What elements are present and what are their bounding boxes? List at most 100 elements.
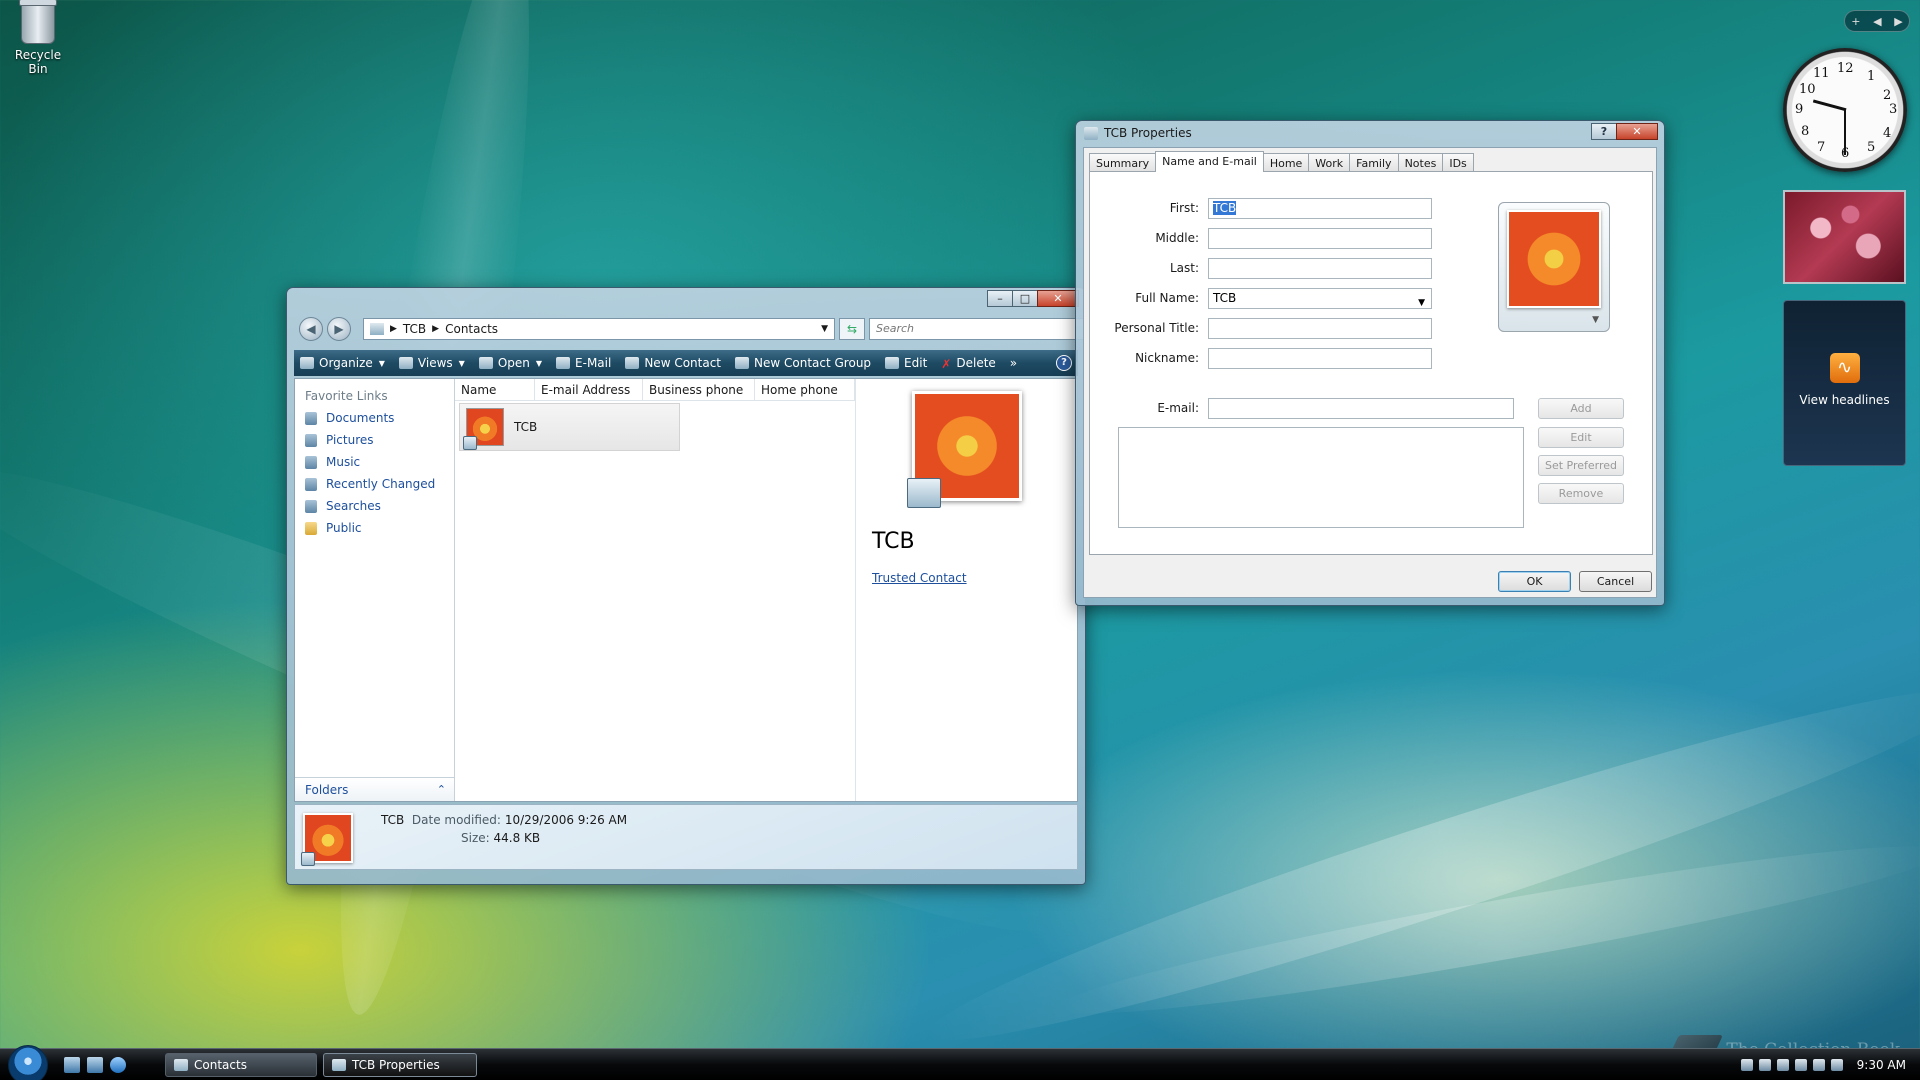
tab-work[interactable]: Work <box>1308 153 1351 171</box>
search-input[interactable]: Search ⚲ <box>869 318 1103 340</box>
organize-button[interactable]: Organize ▼ <box>300 356 385 370</box>
open-icon <box>478 357 493 369</box>
details-name: TCB <box>381 813 405 827</box>
nav-link-music[interactable]: Music <box>295 451 454 473</box>
cancel-button[interactable]: Cancel <box>1579 571 1652 592</box>
remove-email-button[interactable]: Remove <box>1538 483 1624 504</box>
tab-name-and-email[interactable]: Name and E-mail <box>1155 151 1264 172</box>
tab-notes[interactable]: Notes <box>1397 153 1444 171</box>
full-name-combobox[interactable]: TCB ▼ <box>1208 287 1432 309</box>
new-contact-button[interactable]: New Contact <box>625 356 721 370</box>
email-address-list[interactable] <box>1118 427 1524 528</box>
contacts-folder-icon <box>174 1059 188 1071</box>
help-button[interactable]: ? <box>1056 355 1072 371</box>
tab-summary[interactable]: Summary <box>1089 153 1157 171</box>
contact-card-icon <box>332 1059 346 1071</box>
minimize-button[interactable]: – <box>987 290 1013 307</box>
network-icon[interactable] <box>1758 1059 1771 1071</box>
breadcrumb-current[interactable]: Contacts <box>445 322 498 336</box>
chevron-down-icon[interactable]: ▼ <box>1418 294 1425 313</box>
nav-link-label: Pictures <box>326 433 374 447</box>
details-text: TCB Date modified: 10/29/2006 9:26 AM Si… <box>381 813 627 845</box>
nav-link-searches[interactable]: Searches <box>295 495 454 517</box>
system-clock[interactable]: 9:30 AM <box>1857 1058 1906 1072</box>
chevron-down-icon: ▼ <box>1592 315 1599 325</box>
switch-windows-icon[interactable] <box>87 1057 103 1073</box>
contact-picture-button[interactable]: ▼ <box>1498 202 1610 332</box>
feed-headlines-gadget[interactable]: ∿ View headlines <box>1783 300 1906 466</box>
tab-family[interactable]: Family <box>1349 153 1399 171</box>
column-header-name[interactable]: Name <box>455 379 535 400</box>
nav-link-recently-changed[interactable]: Recently Changed <box>295 473 454 495</box>
personal-title-field[interactable] <box>1208 317 1432 339</box>
internet-explorer-icon[interactable] <box>110 1057 126 1073</box>
trusted-contact-link[interactable]: Trusted Contact <box>872 571 967 585</box>
update-icon[interactable] <box>1776 1059 1789 1071</box>
middle-name-field[interactable] <box>1208 227 1432 249</box>
recycle-bin-desktop-icon[interactable]: Recycle Bin <box>6 0 70 76</box>
views-button[interactable]: Views ▼ <box>398 356 465 370</box>
breadcrumb-separator-icon: ▶ <box>432 324 440 334</box>
column-header-email[interactable]: E-mail Address <box>535 379 643 400</box>
nav-link-public[interactable]: Public <box>295 517 454 539</box>
command-bar: Organize ▼ Views ▼ Open ▼ E-Mail New Contac… <box>294 350 1078 376</box>
address-bar[interactable]: ▶ TCB ▶ Contacts ▼ <box>363 318 835 340</box>
new-contact-group-button[interactable]: New Contact Group <box>735 356 871 370</box>
nav-link-pictures[interactable]: Pictures <box>295 429 454 451</box>
slideshow-gadget[interactable] <box>1783 190 1906 284</box>
nav-link-label: Recently Changed <box>326 477 436 491</box>
contact-item[interactable]: TCB <box>459 403 680 451</box>
security-shield-icon[interactable] <box>1740 1059 1753 1071</box>
sidebar-tray-icon[interactable] <box>1794 1059 1807 1071</box>
start-button[interactable] <box>8 1045 48 1080</box>
show-desktop-icon[interactable] <box>64 1057 80 1073</box>
folders-toggle[interactable]: Folders ⌃ <box>295 777 454 801</box>
email-button[interactable]: E-Mail <box>556 356 611 370</box>
more-commands-label: » <box>1009 356 1018 370</box>
column-header-business-phone[interactable]: Business phone <box>643 379 755 400</box>
previous-page-icon[interactable]: ◀ <box>1873 15 1881 28</box>
clock-gadget[interactable]: 12 1 2 3 4 5 6 7 8 9 10 11 <box>1783 48 1907 172</box>
taskbar-item-contacts[interactable]: Contacts <box>165 1053 317 1077</box>
taskbar-item-tcb-properties[interactable]: TCB Properties <box>323 1053 477 1077</box>
nav-link-documents[interactable]: Documents <box>295 407 454 429</box>
last-name-field[interactable] <box>1208 257 1432 279</box>
dialog-close-button[interactable]: ✕ <box>1616 123 1658 140</box>
new-contact-label: New Contact <box>644 356 722 370</box>
contact-card-icon <box>1084 126 1098 140</box>
column-header-home-phone[interactable]: Home phone <box>755 379 855 400</box>
refresh-button[interactable]: ⇆ <box>839 318 865 340</box>
open-button[interactable]: Open ▼ <box>478 356 542 370</box>
dialog-help-button[interactable]: ? <box>1591 123 1617 140</box>
back-button[interactable]: ◀ <box>299 317 323 341</box>
breadcrumb-root[interactable]: TCB <box>403 322 426 336</box>
set-preferred-button[interactable]: Set Preferred <box>1538 455 1624 476</box>
address-dropdown-icon[interactable]: ▼ <box>821 324 828 334</box>
edit-email-button[interactable]: Edit <box>1538 427 1624 448</box>
volume-icon[interactable] <box>1830 1059 1843 1071</box>
last-name-label: Last: <box>1169 261 1199 275</box>
nickname-field[interactable] <box>1208 347 1432 369</box>
edit-button[interactable]: Edit <box>885 356 927 370</box>
next-page-icon[interactable]: ▶ <box>1894 15 1902 28</box>
dialog-controls: ? ✕ <box>1591 123 1658 140</box>
first-name-field[interactable]: TCB <box>1208 197 1432 219</box>
ok-button[interactable]: OK <box>1498 571 1571 592</box>
forward-button[interactable]: ▶ <box>327 317 351 341</box>
tab-ids[interactable]: IDs <box>1442 153 1474 171</box>
tab-home[interactable]: Home <box>1262 153 1310 171</box>
delete-button[interactable]: ✗ Delete <box>941 356 996 371</box>
add-gadget-button[interactable]: + <box>1851 15 1860 28</box>
more-commands-button[interactable]: » <box>1010 356 1017 370</box>
email-icon <box>556 357 571 369</box>
rss-icon: ∿ <box>1829 353 1860 383</box>
maximize-button[interactable]: □ <box>1012 290 1038 307</box>
close-button[interactable]: ✕ <box>1037 290 1079 307</box>
add-email-button[interactable]: Add <box>1538 398 1624 419</box>
contacts-folder-icon <box>370 323 384 335</box>
contact-item-name: TCB <box>514 420 538 434</box>
power-icon[interactable] <box>1812 1059 1825 1071</box>
clock-number: 2 <box>1883 88 1892 103</box>
nav-link-label: Public <box>326 521 362 535</box>
email-field[interactable] <box>1208 397 1514 419</box>
